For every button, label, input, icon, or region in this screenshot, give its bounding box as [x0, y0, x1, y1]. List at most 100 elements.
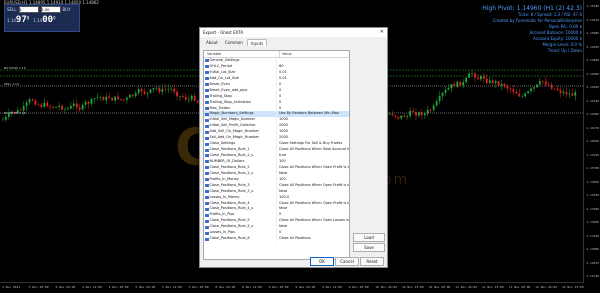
save-button[interactable]: Save [353, 243, 385, 252]
candle [568, 89, 571, 98]
candle [421, 108, 423, 120]
candle [190, 93, 193, 102]
parameter-type-icon [205, 201, 209, 205]
candle [562, 88, 565, 96]
parameter-type-icon [205, 225, 209, 229]
time-tick-label: 3 Nov 20:00 [28, 285, 49, 289]
column-header-value[interactable]: Value [280, 51, 349, 57]
column-header-variable[interactable]: Variable [204, 51, 280, 57]
parameter-type-icon [205, 190, 209, 194]
close-icon[interactable]: ✕ [380, 28, 384, 37]
candle [99, 96, 102, 102]
candle [435, 98, 438, 107]
candle [491, 78, 494, 86]
inputs-table[interactable]: Variable Value General_Settings OHLC_Peri… [203, 50, 350, 260]
candle [69, 102, 72, 110]
candle [49, 103, 52, 111]
candle [553, 88, 556, 90]
price-tick-label: 1.14300 [586, 112, 599, 116]
sell-price-big: 97 [15, 15, 27, 25]
candle [126, 96, 128, 104]
candle [388, 111, 391, 116]
candle [432, 103, 435, 112]
time-tick-label: 5 Nov 04:00 [135, 285, 156, 289]
time-tick-label: 12 Nov 12:00 [562, 285, 584, 289]
candle [565, 87, 568, 98]
candle [403, 113, 406, 117]
candle [426, 105, 429, 117]
candle [571, 88, 574, 96]
price-tick-label: 1.15210 [586, 17, 599, 22]
candle [409, 107, 411, 119]
sell-price-button[interactable]: 1.14978 [7, 15, 29, 25]
ok-button[interactable]: OK [310, 257, 334, 266]
price-tick-label: 1.13130 [586, 233, 599, 238]
candle [158, 85, 161, 94]
candle [521, 94, 524, 99]
info-line: Trend: Up / Down [547, 48, 582, 53]
candle [173, 84, 175, 95]
variable-name: Close_Positions_Rule_6 [209, 236, 250, 241]
tab-about[interactable]: About [203, 39, 221, 46]
candle [468, 71, 470, 79]
time-tick-label: 4 Nov 04:00 [55, 285, 76, 289]
price-tick-label: 1.14560 [586, 85, 599, 89]
candle [544, 76, 547, 87]
time-scale[interactable]: 3 Nov 2021 3 Nov 20:00 4 Nov 04:00 4 Nov 12… [0, 282, 584, 293]
sell-price-prefix: 1.14 [7, 18, 16, 23]
price-tick-label: 1.15340 [586, 4, 599, 8]
lot-input[interactable] [40, 6, 61, 13]
candle [52, 105, 55, 109]
time-tick-label: 5 Nov 12:00 [162, 285, 182, 289]
price-tick-label: 1.14950 [586, 44, 599, 49]
buy-price-button[interactable]: 1.14000 [33, 15, 55, 25]
candle [518, 88, 521, 97]
candle [533, 86, 535, 92]
candle [456, 80, 459, 89]
candle [429, 108, 432, 114]
dialog-title-bar[interactable]: Expert - Ghost EXTA ✕ [200, 28, 387, 37]
candle [46, 100, 49, 108]
candle [187, 95, 190, 104]
candle [559, 86, 562, 98]
reset-button[interactable]: Reset [360, 257, 384, 266]
candle [547, 81, 550, 86]
candle [512, 85, 515, 96]
parameter-type-icon [205, 207, 209, 211]
candle [536, 84, 538, 89]
sell-label[interactable]: SELL [7, 7, 17, 12]
table-row[interactable]: Close_Positions_Rule_6 Close All Position… [204, 236, 349, 243]
candle [117, 92, 119, 100]
candle [75, 98, 78, 112]
candle [482, 73, 485, 83]
candle [120, 98, 122, 101]
candle [31, 97, 34, 102]
time-tick-label: 11 Nov 04:00 [455, 285, 478, 289]
candle [134, 90, 137, 99]
candle [418, 110, 420, 118]
load-button[interactable]: Load [353, 233, 385, 242]
tab-inputs[interactable]: Inputs [246, 39, 268, 46]
volume-input[interactable] [18, 6, 39, 13]
candle [480, 74, 482, 82]
parameter-type-icon [205, 148, 209, 152]
tab-common[interactable]: Common [222, 39, 246, 46]
one-click-trading-panel: SELL BUY 1.14978 1.14000 [4, 4, 80, 32]
candle [131, 94, 134, 99]
time-tick-label: 9 Nov 04:00 [295, 285, 316, 289]
cancel-button[interactable]: Cancel [335, 257, 359, 266]
time-tick-label: 8 Nov 20:00 [268, 285, 289, 289]
parameter-type-icon [205, 101, 209, 105]
candle [155, 85, 158, 91]
value-cell[interactable]: Close All Positions [277, 236, 349, 242]
parameter-type-icon [205, 219, 209, 223]
price-tick-label: 1.15080 [586, 31, 599, 35]
candle [179, 95, 181, 102]
candle [72, 99, 75, 111]
candle [25, 100, 28, 111]
parameter-type-icon [205, 95, 209, 99]
parameter-type-icon [205, 112, 209, 116]
price-scale[interactable]: 1.15340 1.15210 1.15080 1.14950 1.14820 1.146… [583, 0, 600, 283]
buy-label[interactable]: BUY [63, 7, 71, 12]
candle [527, 90, 529, 95]
